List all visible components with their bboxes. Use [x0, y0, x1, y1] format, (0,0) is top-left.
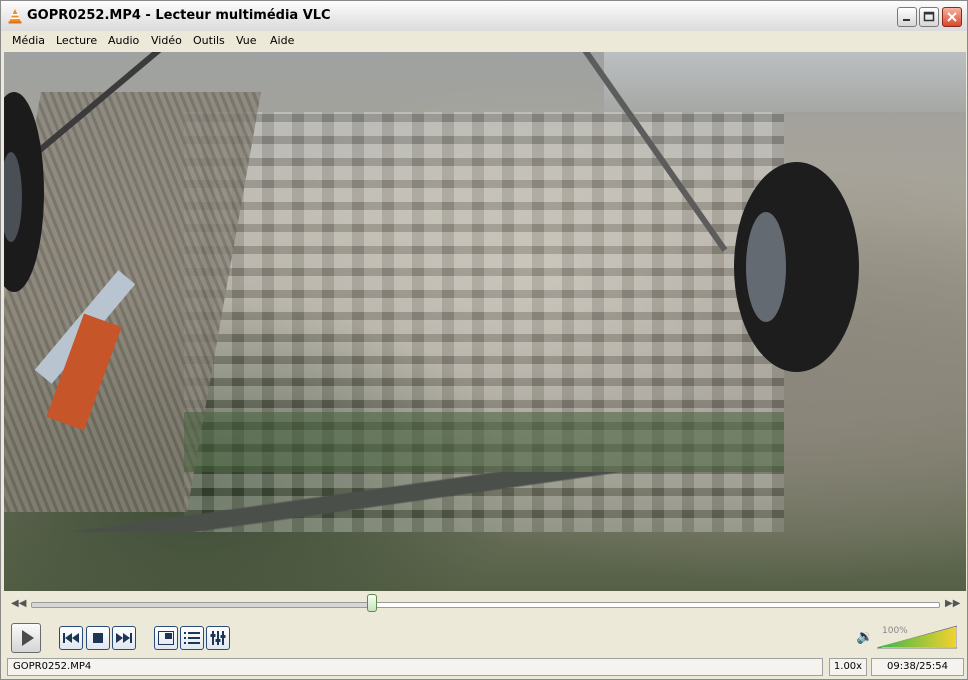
menu-video[interactable]: Vidéo: [151, 34, 182, 47]
seek-progress: [32, 603, 373, 607]
video-sky: [604, 52, 966, 112]
play-button[interactable]: [11, 623, 41, 653]
next-button[interactable]: [112, 626, 136, 650]
seek-bar[interactable]: [31, 602, 940, 608]
title-bar[interactable]: GOPR0252.MP4 - Lecteur multimédia VLC: [1, 1, 967, 32]
seek-back-icon[interactable]: ◀◀: [11, 598, 26, 609]
play-icon: [21, 630, 34, 646]
menu-bar: Média Lecture Audio Vidéo Outils Vue Aid…: [1, 31, 967, 51]
maximize-icon: [923, 11, 935, 22]
vlc-window: GOPR0252.MP4 - Lecteur multimédia VLC Mé…: [0, 0, 968, 680]
vlc-cone-icon: [8, 9, 22, 24]
video-wheel-right: [734, 162, 859, 372]
fullscreen-button[interactable]: [154, 626, 178, 650]
window-title: GOPR0252.MP4 - Lecteur multimédia VLC: [27, 8, 331, 23]
minimize-icon: [903, 19, 910, 21]
volume-percent: 100%: [882, 626, 908, 636]
extended-settings-button[interactable]: [206, 626, 230, 650]
playlist-button[interactable]: [180, 626, 204, 650]
speaker-icon[interactable]: 🔉: [856, 629, 873, 645]
stop-button[interactable]: [86, 626, 110, 650]
close-icon: [947, 12, 957, 22]
extended-settings-icon: [210, 631, 226, 645]
menu-media[interactable]: Média: [12, 34, 45, 47]
video-highway: [4, 472, 966, 532]
previous-button[interactable]: [59, 626, 83, 650]
menu-lecture[interactable]: Lecture: [56, 34, 97, 47]
playback-speed[interactable]: 1.00x: [829, 658, 867, 676]
status-filename-box: GOPR0252.MP4: [7, 658, 823, 676]
next-icon: [116, 633, 132, 643]
status-filename: GOPR0252.MP4: [13, 661, 92, 672]
playlist-icon: [184, 632, 200, 644]
video-display[interactable]: [4, 52, 966, 591]
menu-vue[interactable]: Vue: [236, 34, 257, 47]
maximize-button[interactable]: [919, 7, 939, 27]
previous-icon: [63, 633, 79, 643]
seek-handle[interactable]: [366, 594, 377, 612]
menu-audio[interactable]: Audio: [108, 34, 139, 47]
seek-forward-icon[interactable]: ▶▶: [945, 598, 960, 609]
close-button[interactable]: [942, 7, 962, 27]
stop-icon: [93, 633, 103, 643]
status-bar: GOPR0252.MP4 1.00x 09:38/25:54: [1, 657, 967, 679]
video-tree-line: [184, 412, 784, 472]
minimize-button[interactable]: [897, 7, 917, 27]
elapsed-total-time[interactable]: 09:38/25:54: [871, 658, 964, 676]
fullscreen-icon: [158, 631, 174, 645]
menu-aide[interactable]: Aide: [270, 34, 294, 47]
menu-outils[interactable]: Outils: [193, 34, 225, 47]
